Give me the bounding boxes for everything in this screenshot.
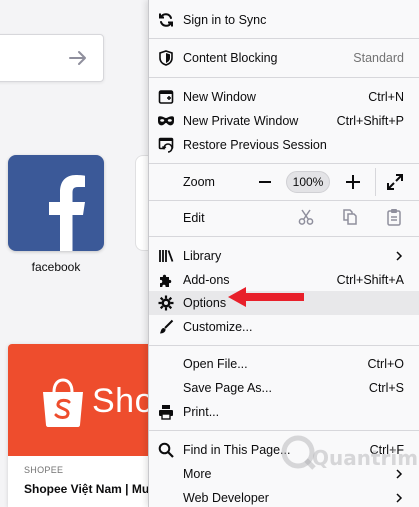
menu-item-label: More bbox=[183, 467, 212, 481]
chevron-right-icon bbox=[396, 493, 403, 503]
arrow-right-icon[interactable] bbox=[67, 47, 89, 69]
menu-separator bbox=[149, 163, 419, 164]
menu-item-label: New Window bbox=[183, 90, 256, 104]
copy-icon[interactable] bbox=[341, 208, 359, 226]
menu-item-web-developer[interactable]: Web Developer bbox=[149, 486, 419, 507]
menu-separator bbox=[149, 38, 419, 39]
card-source: SHOPEE bbox=[24, 465, 64, 475]
zoom-out-icon[interactable] bbox=[255, 172, 275, 192]
top-site-facebook-tile[interactable] bbox=[8, 155, 104, 251]
top-site-label: facebook bbox=[31, 260, 81, 274]
menu-item-label: Sign in to Sync bbox=[183, 13, 267, 27]
library-icon bbox=[157, 247, 175, 265]
menu-item-edit: Edit bbox=[149, 206, 419, 230]
menu-separator bbox=[149, 345, 419, 346]
shield-icon bbox=[157, 49, 175, 67]
menu-item-shortcut: Ctrl+O bbox=[367, 357, 404, 371]
menu-separator bbox=[149, 200, 419, 201]
menu-item-label: Zoom bbox=[183, 175, 215, 189]
search-icon bbox=[157, 441, 175, 459]
shopee-bag-icon bbox=[43, 378, 83, 427]
puzzle-icon bbox=[157, 271, 175, 289]
watermark-text: Quantrimang bbox=[312, 446, 419, 470]
menu-separator bbox=[149, 236, 419, 237]
card-title: Shopee Việt Nam | Mua bbox=[24, 482, 150, 496]
card-thumbnail: Sho bbox=[8, 344, 150, 456]
zoom-level-button[interactable]: 100% bbox=[286, 171, 330, 193]
top-site-tile[interactable] bbox=[135, 155, 149, 251]
menu-item-library[interactable]: Library bbox=[149, 244, 419, 268]
menu-item-save-page[interactable]: Save Page As... Ctrl+S bbox=[149, 376, 419, 400]
zoom-divider bbox=[375, 168, 376, 196]
menu-item-shortcut: Ctrl+S bbox=[368, 381, 404, 395]
menu-item-new-window[interactable]: New Window Ctrl+N bbox=[149, 85, 419, 109]
menu-item-label: Restore Previous Session bbox=[183, 138, 327, 152]
menu-item-label: Save Page As... bbox=[183, 381, 272, 395]
menu-item-customize[interactable]: Customize... bbox=[149, 315, 419, 339]
menu-item-label: Web Developer bbox=[183, 491, 269, 505]
chevron-right-icon bbox=[396, 251, 403, 261]
menu-item-label: Content Blocking bbox=[183, 51, 278, 65]
menu-item-label: Edit bbox=[183, 211, 205, 225]
search-box[interactable] bbox=[0, 34, 104, 82]
shopee-brand-text: Sho bbox=[92, 382, 150, 420]
menu-item-restore-session[interactable]: Restore Previous Session bbox=[149, 133, 419, 157]
app-menu-panel: Sign in to Sync Content Blocking Standar… bbox=[148, 0, 419, 507]
menu-item-label: Open File... bbox=[183, 357, 248, 371]
gear-icon bbox=[157, 294, 175, 312]
menu-item-label: New Private Window bbox=[183, 114, 299, 128]
menu-item-label: Customize... bbox=[183, 320, 253, 334]
menu-item-shortcut: Ctrl+Shift+A bbox=[336, 273, 404, 287]
content-blocking-level: Standard bbox=[353, 51, 404, 65]
menu-item-shortcut: Ctrl+N bbox=[368, 90, 404, 104]
sync-icon bbox=[157, 11, 175, 29]
menu-item-label: Options bbox=[183, 296, 227, 310]
paintbrush-icon bbox=[157, 318, 175, 336]
menu-item-zoom: Zoom bbox=[149, 170, 419, 194]
menu-item-shortcut: Ctrl+Shift+P bbox=[336, 114, 404, 128]
menu-item-open-file[interactable]: Open File... Ctrl+O bbox=[149, 352, 419, 376]
red-arrow-icon bbox=[228, 287, 304, 307]
menu-item-sign-in-sync[interactable]: Sign in to Sync bbox=[149, 8, 419, 32]
printer-icon bbox=[157, 403, 175, 421]
facebook-logo-icon bbox=[49, 175, 85, 251]
cut-icon[interactable] bbox=[297, 208, 315, 226]
menu-item-label: Library bbox=[183, 249, 222, 263]
menu-separator bbox=[149, 77, 419, 78]
new-window-icon bbox=[157, 88, 175, 106]
highlight-card[interactable]: Sho SHOPEE Shopee Việt Nam | Mua bbox=[8, 344, 150, 507]
menu-item-content-blocking[interactable]: Content Blocking Standard bbox=[149, 46, 419, 70]
fullscreen-icon[interactable] bbox=[385, 172, 405, 192]
restore-session-icon bbox=[157, 136, 175, 154]
zoom-in-icon[interactable] bbox=[343, 172, 363, 192]
menu-separator bbox=[149, 430, 419, 431]
menu-item-label: Find in This Page... bbox=[183, 443, 291, 457]
paste-icon[interactable] bbox=[385, 208, 403, 226]
menu-item-new-private-window[interactable]: New Private Window Ctrl+Shift+P bbox=[149, 109, 419, 133]
menu-item-label: Add-ons bbox=[183, 273, 230, 287]
menu-item-print[interactable]: Print... bbox=[149, 400, 419, 424]
menu-item-label: Print... bbox=[183, 405, 220, 419]
private-mask-icon bbox=[157, 112, 175, 130]
